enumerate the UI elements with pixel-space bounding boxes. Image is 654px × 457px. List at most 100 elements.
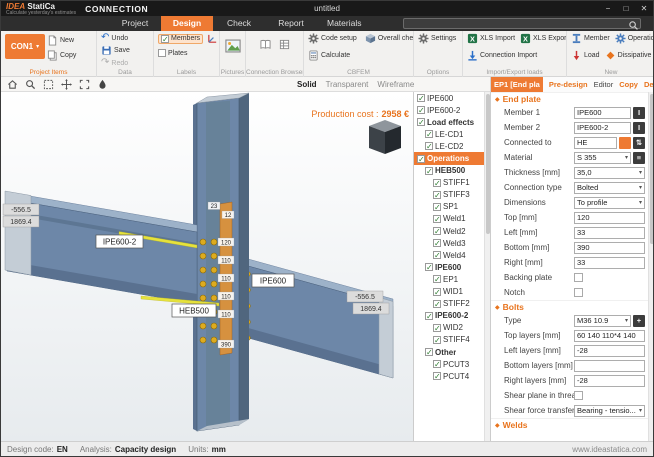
material-library-button[interactable]: ≡ bbox=[633, 152, 645, 164]
undo-button[interactable]: ↶Undo bbox=[101, 33, 128, 43]
render-style-icon[interactable] bbox=[97, 79, 108, 90]
tree-checkbox[interactable]: ✓ bbox=[433, 300, 441, 308]
tree-checkbox[interactable]: ✓ bbox=[417, 155, 425, 163]
right-input[interactable]: 33 bbox=[574, 257, 645, 269]
shear-plane-checkbox[interactable] bbox=[574, 391, 583, 400]
top-layers-input[interactable]: 60 140 110*4 140 bbox=[574, 330, 645, 342]
tree-checkbox[interactable]: ✓ bbox=[433, 360, 441, 368]
new-member-button[interactable]: Member bbox=[571, 33, 610, 44]
connection-browser-gallery-icon[interactable] bbox=[260, 39, 271, 50]
maximize-button[interactable]: □ bbox=[617, 1, 635, 16]
view-mode-solid[interactable]: Solid bbox=[297, 80, 317, 89]
view-mode-transparent[interactable]: Transparent bbox=[326, 80, 369, 89]
project-item-selector[interactable]: CON1▾ bbox=[5, 34, 45, 59]
tree-item[interactable]: ✓STIFF2 bbox=[414, 298, 490, 310]
tree-checkbox[interactable]: ✓ bbox=[425, 167, 433, 175]
zoom-window-icon[interactable] bbox=[43, 79, 54, 90]
section-bolts[interactable]: ◆Bolts bbox=[491, 300, 654, 313]
tree-item[interactable]: ✓PCUT4 bbox=[414, 370, 490, 382]
new-operation-button[interactable]: Operation bbox=[615, 33, 654, 44]
top-input[interactable]: 120 bbox=[574, 212, 645, 224]
picture-icon[interactable] bbox=[225, 39, 241, 53]
bolt-type-select[interactable]: M36 10.9▾ bbox=[574, 315, 631, 327]
bolt-add-button[interactable]: + bbox=[633, 315, 645, 327]
tree-item[interactable]: ✓STIFF4 bbox=[414, 334, 490, 346]
tree-item[interactable]: ✓SP1 bbox=[414, 201, 490, 213]
predesign-button[interactable]: Pre-design bbox=[549, 80, 588, 89]
tree-item[interactable]: ✓STIFF1 bbox=[414, 177, 490, 189]
connected-to-spinner[interactable]: ⇅ bbox=[633, 137, 645, 149]
tab-report[interactable]: Report bbox=[265, 16, 317, 31]
connected-to-highlight-button[interactable] bbox=[619, 137, 631, 149]
thickness-select[interactable]: 35,0▾ bbox=[574, 167, 645, 179]
section-end-plate[interactable]: ◆End plate bbox=[491, 92, 654, 105]
connection-import-button[interactable]: Connection Import bbox=[467, 50, 537, 61]
tree-checkbox[interactable]: ✓ bbox=[417, 118, 425, 126]
dimensions-select[interactable]: To profile▾ bbox=[574, 197, 645, 209]
search-input[interactable] bbox=[403, 18, 641, 29]
tree-item[interactable]: ✓LE-CD2 bbox=[414, 140, 490, 152]
delete-operation-button[interactable]: Delete bbox=[644, 80, 654, 89]
view-mode-wireframe[interactable]: Wireframe bbox=[377, 80, 414, 89]
tree-item[interactable]: ✓HEB500 bbox=[414, 165, 490, 177]
tree-item[interactable]: ✓PCUT3 bbox=[414, 358, 490, 370]
bottom-layers-input[interactable] bbox=[574, 360, 645, 372]
tree-checkbox[interactable]: ✓ bbox=[433, 275, 441, 283]
tab-materials[interactable]: Materials bbox=[317, 16, 371, 31]
label-column[interactable]: HEB500 bbox=[172, 304, 216, 317]
copy-operation-button[interactable]: Copy bbox=[619, 80, 638, 89]
website-link[interactable]: www.ideastatica.com bbox=[572, 445, 647, 454]
view-cube[interactable] bbox=[369, 120, 401, 154]
save-button[interactable]: Save bbox=[101, 45, 130, 56]
tree-checkbox[interactable]: ✓ bbox=[425, 312, 433, 320]
properties-scrollbar[interactable] bbox=[648, 92, 654, 441]
connection-type-select[interactable]: Bolted▾ bbox=[574, 182, 645, 194]
tab-check[interactable]: Check bbox=[213, 16, 265, 31]
zoom-extents-icon[interactable] bbox=[79, 79, 90, 90]
close-button[interactable]: ✕ bbox=[635, 1, 653, 16]
member1-field[interactable]: IPE600 bbox=[574, 107, 631, 119]
code-setup-button[interactable]: Code setup bbox=[308, 33, 357, 44]
label-left-beam[interactable]: IPE600-2 bbox=[96, 235, 143, 248]
3d-viewport[interactable]: 23 12 120 110 110 110 110 390 bbox=[1, 92, 413, 441]
tree-checkbox[interactable]: ✓ bbox=[425, 348, 433, 356]
tree-checkbox[interactable]: ✓ bbox=[433, 372, 441, 380]
right-layers-input[interactable]: -28 bbox=[574, 375, 645, 387]
left-input[interactable]: 33 bbox=[574, 227, 645, 239]
tree-item[interactable]: ✓Weld4 bbox=[414, 249, 490, 261]
copy-item-button[interactable]: Copy bbox=[47, 50, 76, 61]
pan-icon[interactable] bbox=[61, 79, 72, 90]
tree-item[interactable]: ✓IPE600-2 bbox=[414, 310, 490, 322]
tree-item[interactable]: ✓EP1 bbox=[414, 273, 490, 285]
tree-item[interactable]: ✓Weld3 bbox=[414, 237, 490, 249]
notch-checkbox[interactable] bbox=[574, 288, 583, 297]
tab-project[interactable]: Project bbox=[109, 16, 161, 31]
overall-check-button[interactable]: Overall check bbox=[365, 33, 414, 44]
tree-item[interactable]: ✓Weld1 bbox=[414, 213, 490, 225]
member2-pick-button[interactable]: I bbox=[633, 122, 645, 134]
material-select[interactable]: S 355▾ bbox=[574, 152, 631, 164]
tree-item[interactable]: ✓Load effects bbox=[414, 116, 490, 128]
section-welds[interactable]: ◆Welds bbox=[491, 418, 654, 431]
plates-labels-checkbox[interactable]: Plates bbox=[158, 49, 187, 57]
backing-plate-checkbox[interactable] bbox=[574, 273, 583, 282]
tree-item[interactable]: ✓Weld2 bbox=[414, 225, 490, 237]
shear-transfer-select[interactable]: Bearing - tensio...▾ bbox=[574, 405, 645, 417]
bottom-input[interactable]: 390 bbox=[574, 242, 645, 254]
tree-item[interactable]: ✓WID1 bbox=[414, 286, 490, 298]
new-dissipative-item-button[interactable]: Dissipative item bbox=[605, 50, 654, 61]
tree-checkbox[interactable]: ✓ bbox=[417, 106, 425, 114]
tree-checkbox[interactable]: ✓ bbox=[433, 191, 441, 199]
new-item-button[interactable]: New bbox=[47, 35, 76, 46]
tree-checkbox[interactable]: ✓ bbox=[425, 142, 433, 150]
xls-export-button[interactable]: X XLS Export bbox=[520, 33, 567, 44]
tree-item[interactable]: ✓Other bbox=[414, 346, 490, 358]
tree-item[interactable]: ✓WID2 bbox=[414, 322, 490, 334]
left-layers-input[interactable]: -28 bbox=[574, 345, 645, 357]
redo-button[interactable]: ↷Redo bbox=[101, 58, 128, 68]
connection-browser-grid-icon[interactable] bbox=[279, 39, 290, 50]
tree-item[interactable]: ✓IPE600 bbox=[414, 92, 490, 104]
calculate-button[interactable]: Calculate bbox=[308, 50, 350, 61]
xls-import-button[interactable]: X XLS Import bbox=[467, 33, 515, 44]
tree-item[interactable]: ✓LE-CD1 bbox=[414, 128, 490, 140]
